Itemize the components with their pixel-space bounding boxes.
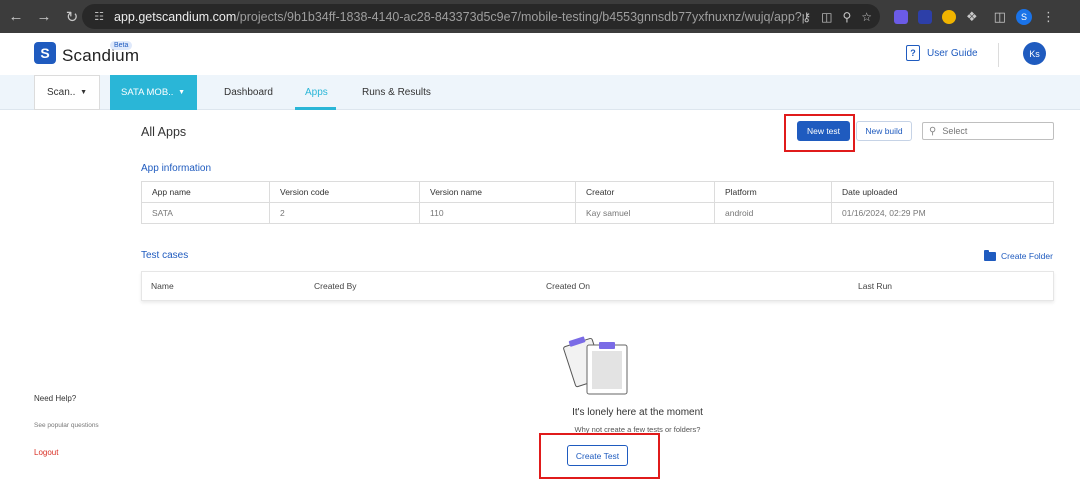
app-header: S Scandium Beta ? User Guide Ks: [0, 33, 1080, 75]
sub-navigation: Scan.. ▼ SATA MOB.. ▼ Dashboard Apps Run…: [0, 75, 1080, 110]
active-tab-indicator: [295, 107, 336, 110]
browser-menu-icon[interactable]: ⋮: [1042, 9, 1055, 25]
logo-icon[interactable]: S: [34, 42, 56, 64]
table-header-row: App name Version code Version name Creat…: [141, 181, 1054, 203]
user-guide-link[interactable]: ? User Guide: [906, 45, 978, 61]
app-select[interactable]: SATA MOB.. ▼: [110, 75, 197, 110]
create-test-button[interactable]: Create Test: [567, 445, 628, 466]
extension-2-icon[interactable]: [942, 9, 956, 24]
logout-link[interactable]: Logout: [34, 448, 58, 457]
create-folder-button[interactable]: Create Folder: [984, 249, 1053, 261]
user-guide-label: User Guide: [927, 47, 978, 59]
page-title: All Apps: [141, 125, 187, 139]
extension-1-icon[interactable]: [918, 9, 932, 24]
extension-gear-icon[interactable]: [894, 9, 908, 24]
table-row: SATA 2 110 Kay samuel android 01/16/2024…: [141, 202, 1054, 224]
col-app-name: App name: [141, 181, 270, 203]
beta-badge: Beta: [110, 41, 133, 50]
reload-icon[interactable]: ↻: [60, 5, 84, 29]
search-icon: ⚲: [929, 125, 937, 137]
install-app-icon[interactable]: ◫: [821, 10, 832, 24]
empty-state-title: It's lonely here at the moment: [572, 407, 703, 418]
app-select-value: SATA MOB..: [121, 87, 174, 98]
search-input[interactable]: [942, 126, 1043, 136]
profile-avatar[interactable]: S: [1015, 8, 1032, 25]
url-host: app.getscandium.com: [114, 9, 237, 24]
app-information-title: App information: [141, 163, 212, 174]
col-created-by: Created By: [314, 281, 357, 291]
col-last-run: Last Run: [858, 281, 893, 291]
search-select[interactable]: ⚲: [922, 122, 1054, 140]
folder-icon: [984, 249, 996, 261]
url-text[interactable]: app.getscandium.com/projects/9b1b34ff-18…: [114, 10, 804, 24]
cell-app-name: SATA: [141, 202, 270, 224]
empty-clipboard-icon: [563, 336, 628, 395]
test-cases-title: Test cases: [141, 250, 189, 261]
popular-questions-link[interactable]: See popular questions: [34, 422, 99, 429]
new-test-button[interactable]: New test: [797, 121, 850, 141]
extensions-puzzle-icon[interactable]: ❖: [966, 9, 978, 25]
url-path: /projects/9b1b34ff-1838-4140-ac28-843373…: [236, 9, 804, 24]
col-creator: Creator: [575, 181, 715, 203]
caret-down-icon: ▼: [80, 89, 87, 96]
col-platform: Platform: [714, 181, 832, 203]
col-date-uploaded: Date uploaded: [831, 181, 1054, 203]
test-cases-header: Name Created By Created On Last Run: [141, 271, 1054, 301]
create-folder-label: Create Folder: [1001, 251, 1053, 261]
cell-version-name: 110: [419, 202, 576, 224]
project-select[interactable]: Scan.. ▼: [34, 75, 100, 110]
new-build-button[interactable]: New build: [856, 121, 912, 141]
cell-creator: Kay samuel: [575, 202, 715, 224]
side-panel-icon[interactable]: ◫: [994, 9, 1006, 25]
cell-version-code: 2: [269, 202, 420, 224]
tab-apps[interactable]: Apps: [305, 75, 328, 110]
question-icon: ?: [906, 45, 920, 61]
col-created-on: Created On: [546, 281, 590, 291]
password-key-icon[interactable]: ⚷: [802, 10, 811, 24]
tab-runs-results[interactable]: Runs & Results: [362, 75, 431, 110]
app-info-table: App name Version code Version name Creat…: [141, 181, 1054, 224]
site-settings-icon[interactable]: ☷: [88, 10, 110, 23]
tab-dashboard[interactable]: Dashboard: [224, 75, 273, 110]
col-version-code: Version code: [269, 181, 420, 203]
back-arrow-icon[interactable]: ←: [4, 5, 28, 29]
bookmark-star-icon[interactable]: ☆: [861, 10, 872, 24]
header-divider: [998, 43, 999, 67]
address-bar[interactable]: ☷ app.getscandium.com/projects/9b1b34ff-…: [82, 4, 880, 29]
cell-date-uploaded: 01/16/2024, 02:29 PM: [831, 202, 1054, 224]
col-version-name: Version name: [419, 181, 576, 203]
cell-platform: android: [714, 202, 832, 224]
col-name: Name: [151, 281, 174, 291]
zoom-icon[interactable]: ⚲: [842, 10, 851, 24]
need-help-label: Need Help?: [34, 394, 77, 403]
user-avatar[interactable]: Ks: [1023, 42, 1046, 65]
forward-arrow-icon[interactable]: →: [32, 5, 56, 29]
project-select-value: Scan..: [47, 87, 76, 98]
caret-down-icon: ▼: [178, 89, 185, 96]
browser-toolbar: ← → ↻ ☷ app.getscandium.com/projects/9b1…: [0, 0, 1080, 33]
